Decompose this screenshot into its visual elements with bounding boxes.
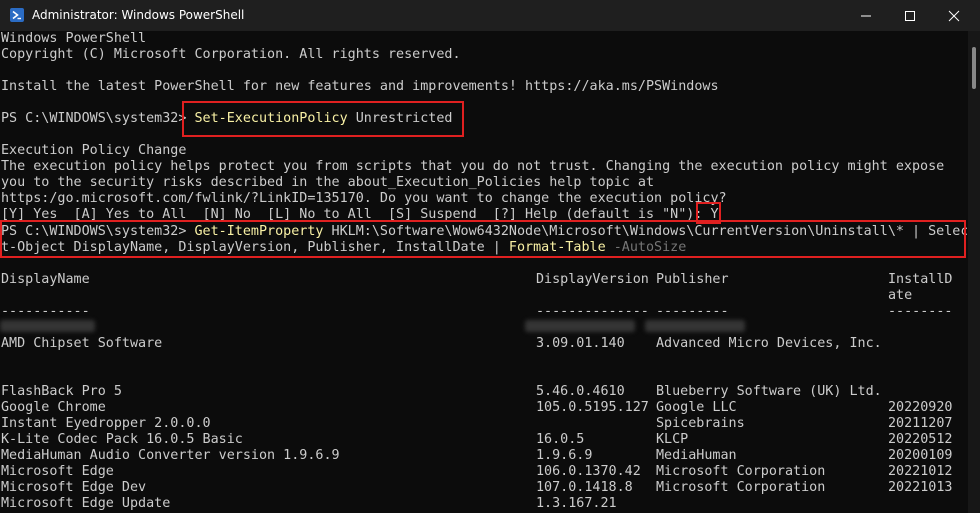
cell-name: Microsoft Edge Update xyxy=(1,496,171,511)
cell-version: 105.0.5195.127 xyxy=(536,400,649,415)
table-row: K-Lite Codec Pack 16.0.5 Basic 16.0.5 KL… xyxy=(1,432,967,448)
cell-version: 106.0.1370.42 xyxy=(536,464,641,479)
command-line-1: PS C:\WINDOWS\system32> Set-ExecutionPol… xyxy=(1,111,967,127)
separator-version: -------------- xyxy=(536,304,649,319)
cell-date: 20221012 xyxy=(888,464,953,479)
cell-name: Instant Eyedropper 2.0.0.0 xyxy=(1,416,211,431)
cell-publisher: MediaHuman xyxy=(656,448,737,463)
highlight-box-get-itemproperty xyxy=(0,220,966,258)
copyright-line: Copyright (C) Microsoft Corporation. All… xyxy=(1,47,461,62)
close-icon xyxy=(948,10,960,22)
table-row: Google Chrome 105.0.5195.127 Google LLC … xyxy=(1,400,967,416)
maximize-icon xyxy=(905,11,915,21)
cell-version: 16.0.5 xyxy=(536,432,585,447)
cell-name: Google Chrome xyxy=(1,400,106,415)
table-row: Microsoft Edge Dev 107.0.1418.8 Microsof… xyxy=(1,480,967,496)
cell-publisher: Advanced Micro Devices, Inc. xyxy=(656,336,882,351)
powershell-window: Administrator: Windows PowerShell Window… xyxy=(0,0,980,513)
cell-publisher: KLCP xyxy=(656,432,689,447)
cell-version: 1.9.6.9 xyxy=(536,448,593,463)
policy-change-text: you to the security risks described in t… xyxy=(1,175,655,190)
redacted-entry xyxy=(0,320,95,332)
window-title: Administrator: Windows PowerShell xyxy=(32,8,245,22)
table-row: AMD Chipset Software 3.09.01.140 Advance… xyxy=(1,336,967,352)
powershell-icon xyxy=(10,8,24,22)
maximize-button[interactable] xyxy=(887,0,933,31)
separator-publisher: --------- xyxy=(656,304,729,319)
cell-publisher: Spicebrains xyxy=(656,416,745,431)
banner-line: Windows PowerShell xyxy=(1,31,147,46)
minimize-icon xyxy=(861,15,871,17)
redacted-entry xyxy=(525,320,635,332)
table-row: Microsoft Edge 106.0.1370.42 Microsoft C… xyxy=(1,464,967,480)
cell-date: 20220920 xyxy=(888,400,953,415)
cell-version: 1.3.167.21 xyxy=(536,496,617,511)
policy-change-text: https:/go.microsoft.com/fwlink/?LinkID=1… xyxy=(1,191,727,206)
cell-version: 5.46.0.4610 xyxy=(536,384,625,399)
column-installdate-wrap: ate xyxy=(888,288,913,303)
cell-date: 20220512 xyxy=(888,432,953,447)
table-header: DisplayName DisplayVersion Publisher Ins… xyxy=(1,272,967,288)
column-displayname: DisplayName xyxy=(1,272,90,287)
cell-publisher: Microsoft Corporation xyxy=(656,480,826,495)
cell-name: FlashBack Pro 5 xyxy=(1,384,122,399)
prompt: PS C:\WINDOWS\system32> xyxy=(1,111,195,126)
cell-date: 20211207 xyxy=(888,416,953,431)
install-hint-line: Install the latest PowerShell for new fe… xyxy=(1,79,719,94)
column-installdate: InstallD xyxy=(888,272,953,287)
cell-name: Microsoft Edge xyxy=(1,464,114,479)
close-button[interactable] xyxy=(931,0,977,31)
minimize-button[interactable] xyxy=(843,0,889,31)
cell-version: 3.09.01.140 xyxy=(536,336,625,351)
cell-publisher: Microsoft Corporation xyxy=(656,464,826,479)
cell-name: MediaHuman Audio Converter version 1.9.6… xyxy=(1,448,340,463)
redacted-entry xyxy=(645,320,745,332)
scrollbar-thumb[interactable] xyxy=(972,47,976,89)
table-row: Microsoft Edge Update 1.3.167.21 xyxy=(1,496,967,512)
cell-name: AMD Chipset Software xyxy=(1,336,163,351)
column-displayversion: DisplayVersion xyxy=(536,272,649,287)
table-row: MediaHuman Audio Converter version 1.9.6… xyxy=(1,448,967,464)
highlight-box-set-executionpolicy xyxy=(182,101,464,137)
title-bar[interactable]: Administrator: Windows PowerShell xyxy=(0,0,980,31)
separator-name: ----------- xyxy=(1,304,90,319)
console-output[interactable]: Windows PowerShell Copyright (C) Microso… xyxy=(0,31,968,513)
cell-name: K-Lite Codec Pack 16.0.5 Basic xyxy=(1,432,243,447)
policy-change-text: The execution policy helps protect you f… xyxy=(1,159,945,174)
cell-date: 20200109 xyxy=(888,448,953,463)
cell-version: 107.0.1418.8 xyxy=(536,480,633,495)
cell-name: Microsoft Edge Dev xyxy=(1,480,147,495)
table-header-wrap: ate xyxy=(1,288,967,304)
table-row: FlashBack Pro 5 5.46.0.4610 Blueberry So… xyxy=(1,384,967,400)
policy-change-title: Execution Policy Change xyxy=(1,143,187,158)
table-row: Instant Eyedropper 2.0.0.0 Spicebrains 2… xyxy=(1,416,967,432)
cell-publisher: Google LLC xyxy=(656,400,737,415)
table-separator: ----------- -------------- --------- ---… xyxy=(1,304,967,320)
column-publisher: Publisher xyxy=(656,272,729,287)
vertical-scrollbar[interactable] xyxy=(968,31,980,513)
cell-date: 20221013 xyxy=(888,480,953,495)
separator-date: -------- xyxy=(888,304,953,319)
cell-publisher: Blueberry Software (UK) Ltd. xyxy=(656,384,882,399)
